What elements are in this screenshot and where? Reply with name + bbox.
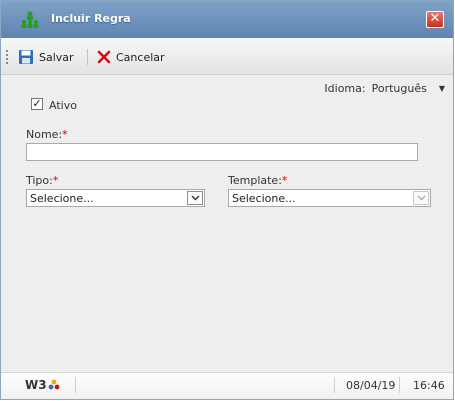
cancel-icon — [97, 50, 111, 64]
title-bar[interactable]: Incluir Regra ✕ — [1, 1, 453, 38]
nome-label: Nome:* — [26, 128, 68, 141]
close-button[interactable]: ✕ — [426, 11, 444, 28]
save-icon — [19, 50, 33, 64]
ativo-label: Ativo — [49, 99, 77, 112]
toolbar-grip[interactable] — [6, 50, 8, 64]
template-select[interactable]: Selecione... — [228, 189, 431, 207]
w3-logo: W3 — [25, 378, 60, 392]
window-title: Incluir Regra — [51, 12, 131, 25]
toolbar-separator — [87, 49, 88, 65]
language-value: Português — [371, 82, 427, 95]
nome-input[interactable] — [26, 143, 418, 161]
save-button[interactable]: Salvar — [18, 48, 74, 66]
chevron-down-icon — [191, 195, 199, 201]
status-date: 08/04/19 — [346, 379, 396, 392]
save-label: Salvar — [39, 50, 74, 64]
logo-icon — [48, 379, 59, 389]
dropdown-arrow-icon: ▼ — [438, 84, 445, 93]
close-icon: ✕ — [429, 11, 441, 26]
tipo-select[interactable]: Selecione... — [26, 189, 205, 207]
status-separator — [334, 377, 335, 393]
ativo-checkbox[interactable]: ✓ — [31, 98, 43, 110]
tipo-label-text: Tipo: — [26, 174, 53, 187]
required-mark: * — [62, 128, 68, 141]
status-time: 16:46 — [413, 379, 445, 392]
toolbar: Salvar Cancelar — [1, 38, 453, 75]
nome-label-text: Nome: — [26, 128, 63, 141]
tipo-select-value: Selecione... — [30, 192, 94, 205]
tipo-dropdown-button[interactable] — [187, 191, 203, 205]
status-separator — [75, 377, 76, 393]
language-selector[interactable]: Idioma: Português ▼ — [324, 82, 445, 95]
required-mark: * — [52, 174, 59, 187]
tipo-label: Tipo:* — [26, 174, 58, 187]
cancel-button[interactable]: Cancelar — [97, 48, 165, 66]
language-label: Idioma: — [324, 82, 366, 95]
status-bar: W3 08/04/19 16:46 — [1, 372, 453, 399]
template-label: Template:* — [228, 174, 287, 187]
org-tree-icon — [21, 11, 39, 28]
template-select-value: Selecione... — [232, 192, 296, 205]
template-dropdown-button[interactable] — [413, 191, 429, 205]
required-mark: * — [281, 174, 288, 187]
check-icon: ✓ — [32, 97, 42, 110]
template-label-text: Template: — [228, 174, 282, 187]
cancel-label: Cancelar — [116, 50, 165, 64]
status-separator — [399, 377, 400, 393]
dialog-window: Incluir Regra ✕ Salvar Cancelar Idioma: … — [0, 0, 454, 400]
chevron-down-icon — [417, 195, 425, 201]
logo-text: W3 — [25, 378, 47, 392]
